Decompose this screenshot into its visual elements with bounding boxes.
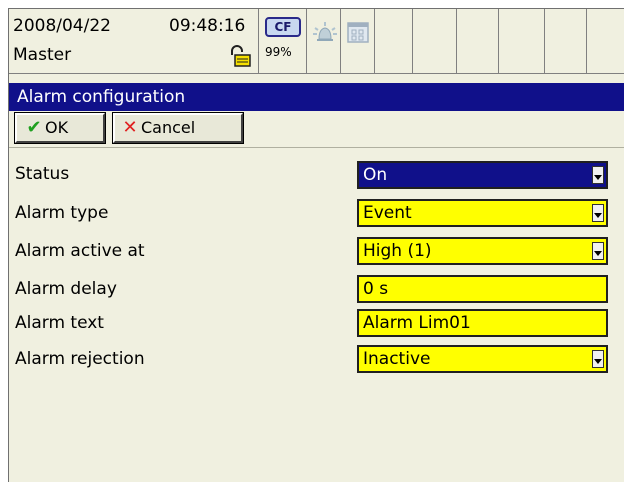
dropdown-arrow-icon[interactable] <box>592 350 604 368</box>
calendar-icon <box>347 22 369 43</box>
unlocked-padlock-icon <box>231 45 251 67</box>
user-level: Master <box>13 45 72 65</box>
alarm-active-at-value: High (1) <box>363 241 432 261</box>
alarm-active-at-dropdown[interactable]: High (1) <box>357 237 608 265</box>
device-screen: 2008/04/22 09:48:16 Master CF 99% Alarm … <box>8 8 624 482</box>
alarm-text-label: Alarm text <box>15 313 104 333</box>
checkmark-icon: ✔ <box>26 117 42 138</box>
ok-button-label: OK <box>45 118 69 137</box>
alarm-bell-icon <box>313 22 337 41</box>
indicator-slot-empty <box>499 9 545 73</box>
status-date: 2008/04/22 <box>13 16 111 36</box>
status-time: 09:48:16 <box>169 16 246 36</box>
indicator-slot-empty <box>545 9 587 73</box>
dropdown-arrow-icon[interactable] <box>592 242 604 260</box>
status-dropdown[interactable]: On <box>357 161 608 189</box>
cf-card-status: CF 99% <box>259 9 307 73</box>
cross-icon: ✕ <box>122 117 138 138</box>
indicator-slot-empty <box>457 9 499 73</box>
alarm-text-input[interactable]: Alarm Lim01 <box>357 309 608 337</box>
datetime-panel: 2008/04/22 09:48:16 Master <box>9 9 259 73</box>
dropdown-arrow-icon[interactable] <box>592 166 604 184</box>
indicator-slot-empty <box>413 9 457 73</box>
toolbar-divider <box>9 147 624 148</box>
cf-card-usage: 99% <box>265 45 292 59</box>
alarm-active-at-label: Alarm active at <box>15 241 145 261</box>
indicator-slot-empty <box>375 9 413 73</box>
status-label: Status <box>15 164 70 184</box>
alarm-indicator-slot <box>307 9 341 73</box>
status-value: On <box>363 165 388 185</box>
ok-button[interactable]: ✔ OK <box>14 112 106 144</box>
cancel-button-label: Cancel <box>141 118 196 137</box>
status-bar: 2008/04/22 09:48:16 Master CF 99% <box>9 9 624 74</box>
alarm-text-value: Alarm Lim01 <box>363 313 471 333</box>
cancel-button[interactable]: ✕ Cancel <box>112 112 244 144</box>
alarm-delay-label: Alarm delay <box>15 279 117 299</box>
alarm-rejection-dropdown[interactable]: Inactive <box>357 345 608 373</box>
cf-card-icon: CF <box>265 17 301 37</box>
dialog-title: Alarm configuration <box>9 83 624 111</box>
indicator-slot-empty <box>587 9 624 73</box>
alarm-type-dropdown[interactable]: Event <box>357 199 608 227</box>
alarm-type-label: Alarm type <box>15 203 109 223</box>
alarm-rejection-value: Inactive <box>363 349 431 369</box>
alarm-delay-value: 0 s <box>363 279 389 299</box>
schedule-indicator-slot <box>341 9 375 73</box>
alarm-delay-input[interactable]: 0 s <box>357 275 608 303</box>
alarm-type-value: Event <box>363 203 412 223</box>
alarm-rejection-label: Alarm rejection <box>15 349 145 369</box>
dropdown-arrow-icon[interactable] <box>592 204 604 222</box>
